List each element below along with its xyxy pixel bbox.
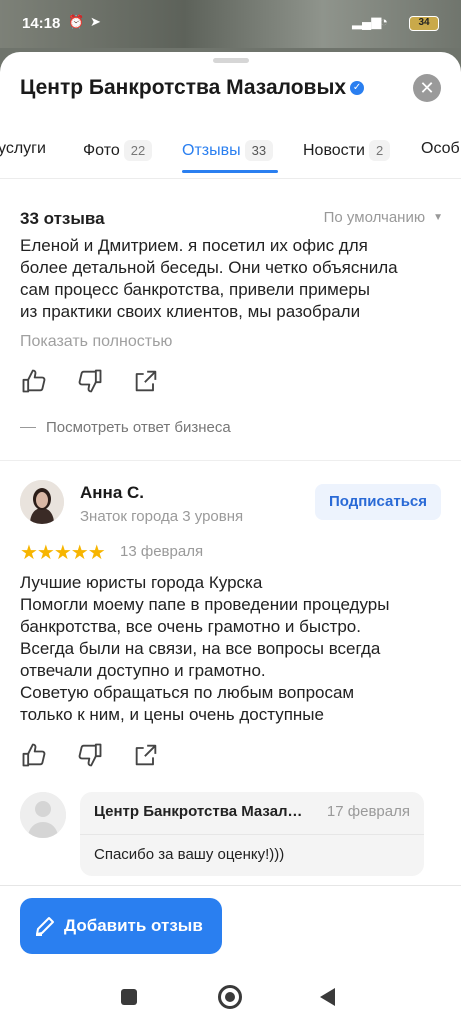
tab-news[interactable]: Новости 2	[303, 140, 391, 161]
add-review-label: Добавить отзыв	[64, 916, 203, 935]
divider	[80, 834, 424, 835]
reply-author: Центр Банкротства Мазаловых	[94, 803, 310, 820]
dislike-icon[interactable]	[76, 367, 104, 395]
add-review-button[interactable]: Добавить отзыв	[20, 898, 222, 954]
verified-icon: ✓	[350, 81, 365, 95]
author-level: Знаток города 3 уровня	[80, 508, 244, 525]
tab-photos[interactable]: Фото 22	[83, 140, 153, 161]
active-tab-indicator	[182, 170, 278, 173]
view-business-reply-link[interactable]: Посмотреть ответ бизнеса	[20, 419, 231, 436]
business-avatar	[20, 792, 66, 838]
status-bar: 14:18 ⏰ ➤ ▂▄▆ ◔ 34	[0, 0, 461, 48]
sheet-grabber[interactable]	[213, 58, 249, 63]
sort-dropdown[interactable]: По умолчанию ▼	[324, 209, 443, 226]
review-text: Лучшие юристы города Курска Помогли моем…	[20, 573, 390, 724]
battery-icon: 34	[409, 16, 439, 31]
alarm-icon: ⏰	[68, 14, 85, 29]
status-time: 14:18	[22, 15, 61, 32]
tab-features[interactable]: Особ	[421, 140, 460, 158]
caret-down-icon: ▼	[433, 212, 443, 223]
like-icon[interactable]	[20, 741, 48, 769]
review-text: Еленой и Дмитрием. я посетил их офис для…	[20, 236, 398, 321]
avatar[interactable]	[20, 480, 64, 524]
wifi-icon: ◔	[380, 14, 388, 29]
dislike-icon[interactable]	[76, 741, 104, 769]
reviews-count: 33 отзыва	[20, 209, 105, 228]
close-button[interactable]: ✕	[413, 74, 441, 102]
business-reply: Центр Банкротства Мазаловых 17 февраля С…	[80, 792, 424, 876]
share-icon[interactable]	[132, 367, 160, 395]
show-more-link[interactable]: Показать полностью	[20, 333, 172, 351]
tab-count: 2	[368, 140, 391, 161]
like-icon[interactable]	[20, 367, 48, 395]
home-button[interactable]	[218, 985, 242, 1009]
recents-button[interactable]	[121, 989, 137, 1005]
tab-reviews[interactable]: Отзывы 33	[182, 140, 274, 161]
subscribe-button[interactable]: Подписаться	[315, 484, 441, 520]
bottom-sheet: Центр Банкротства Мазаловых ✓ ✕ услуги Фо…	[0, 52, 461, 1024]
divider	[0, 460, 461, 461]
tab-services[interactable]: услуги	[0, 140, 46, 158]
telegram-icon: ➤	[90, 14, 101, 29]
divider	[0, 178, 461, 179]
org-name: Центр Банкротства Мазаловых	[20, 76, 347, 99]
tab-count: 22	[123, 140, 153, 161]
divider	[0, 885, 461, 886]
review-date: 13 февраля	[120, 543, 204, 560]
back-button[interactable]	[320, 988, 335, 1006]
pencil-icon	[36, 917, 54, 936]
tab-bar: услуги Фото 22 Отзывы 33 Новости 2 Особ	[0, 136, 461, 176]
review-author[interactable]: Анна С.	[80, 483, 144, 503]
star-rating: ★★★★★	[20, 542, 106, 564]
signal-icon: ▂▄▆	[352, 14, 382, 29]
reply-text: Спасибо за вашу оценку!)))	[94, 846, 285, 863]
system-nav-bar	[0, 972, 461, 1024]
page-title: Центр Банкротства Мазаловых ✓	[20, 76, 365, 100]
reply-date: 17 февраля	[326, 803, 410, 820]
tab-count: 33	[244, 140, 274, 161]
dash	[20, 427, 36, 428]
share-icon[interactable]	[132, 741, 160, 769]
